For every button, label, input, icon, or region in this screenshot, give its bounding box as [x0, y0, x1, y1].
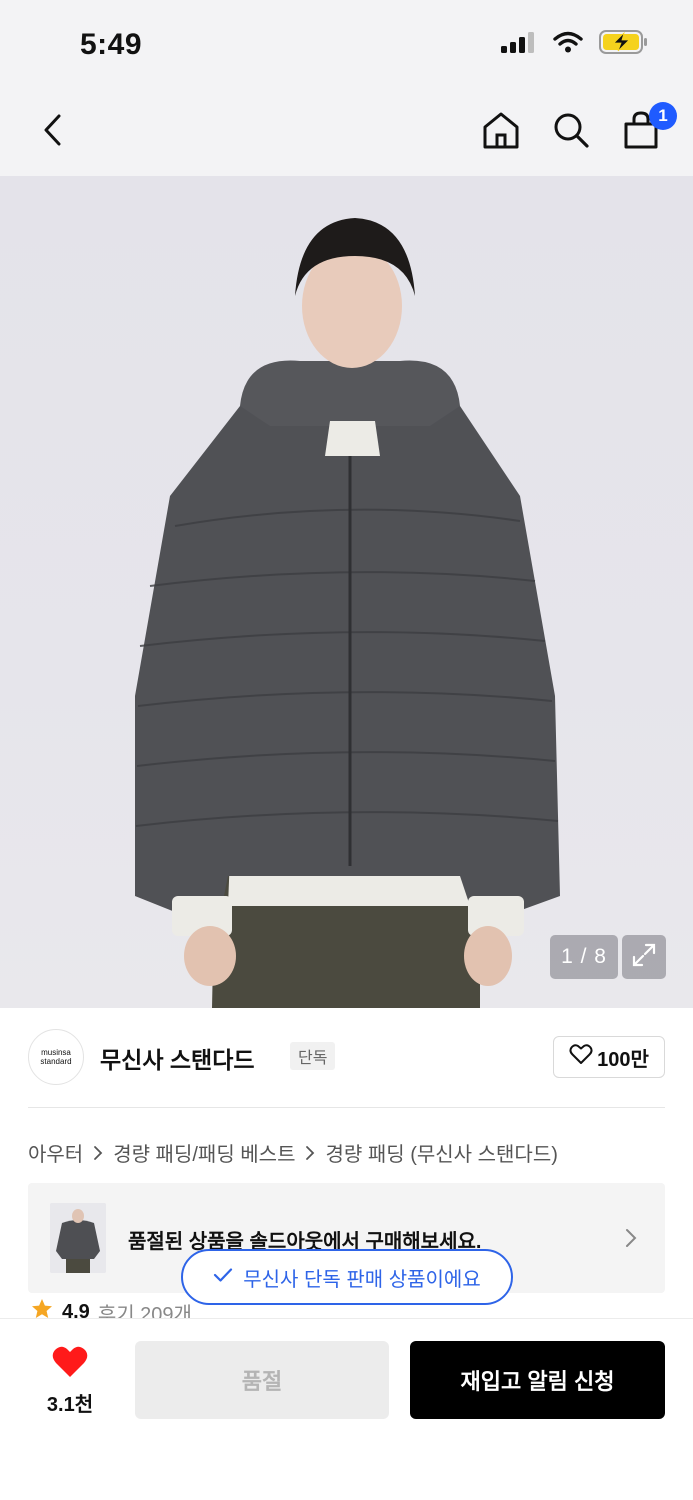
home-button[interactable]	[479, 108, 523, 156]
brand-name[interactable]: 무신사 스탠다드	[100, 1041, 255, 1075]
cellular-signal-icon	[501, 31, 537, 58]
exclusive-toast: 무신사 단독 판매 상품이에요	[181, 1249, 513, 1305]
expand-image-button[interactable]	[622, 935, 666, 979]
cart-badge: 1	[649, 102, 677, 130]
status-time: 5:49	[80, 28, 143, 61]
brand-logo-line2: standard	[40, 1057, 72, 1066]
breadcrumb-item-light-padding[interactable]: 경량 패딩/패딩 베스트	[113, 1138, 295, 1167]
status-bar: 5:49	[0, 0, 693, 92]
bottom-action-bar: 3.1천 품절 재입고 알림 신청	[0, 1318, 693, 1500]
checkmark-icon	[213, 1266, 233, 1289]
back-button[interactable]	[30, 110, 74, 154]
breadcrumb-item-outer[interactable]: 아우터	[28, 1138, 83, 1167]
wishlist-count: 3.1천	[46, 1394, 94, 1416]
product-image[interactable]	[0, 176, 693, 1008]
breadcrumb-item-brand-category[interactable]: 경량 패딩 (무신사 스탠다드)	[325, 1138, 557, 1167]
breadcrumb: 아우터 경량 패딩/패딩 베스트 경량 패딩 (무신사 스탠다드)	[28, 1138, 558, 1167]
nav-actions: 1	[479, 102, 677, 156]
chevron-left-icon	[41, 113, 63, 152]
chevron-right-icon	[303, 1145, 317, 1160]
toast-text: 무신사 단독 판매 상품이에요	[243, 1268, 481, 1291]
wishlist-button[interactable]: 3.1천	[30, 1345, 110, 1416]
brand-like-button[interactable]: 100만	[553, 1036, 665, 1078]
cart-button[interactable]: 1	[619, 102, 677, 156]
brand-row: musinsa standard 무신사 스탠다드 단독 100만	[28, 1028, 665, 1088]
nav-header: 1	[0, 92, 693, 176]
chevron-right-icon	[91, 1145, 105, 1160]
home-icon	[481, 110, 521, 155]
search-button[interactable]	[549, 108, 593, 156]
battery-charging-icon	[599, 30, 649, 59]
expand-icon	[631, 942, 657, 973]
exclusive-tag: 단독	[290, 1042, 336, 1070]
heart-outline-icon	[569, 1043, 593, 1071]
divider	[28, 1107, 665, 1108]
soldout-product-thumbnail	[50, 1203, 106, 1273]
search-icon	[552, 111, 590, 154]
status-icons	[501, 30, 649, 59]
restock-alert-button[interactable]: 재입고 알림 신청	[410, 1341, 665, 1419]
brand-logo[interactable]: musinsa standard	[28, 1029, 84, 1085]
wifi-icon	[553, 31, 583, 58]
product-photo-jacket-model	[135, 218, 560, 1008]
heart-filled-icon	[51, 1345, 89, 1384]
brand-logo-line1: musinsa	[41, 1048, 71, 1057]
brand-like-count: 100만	[597, 1048, 649, 1071]
soldout-button: 품절	[135, 1341, 389, 1419]
chevron-right-icon	[621, 1227, 641, 1249]
image-counter: 1 / 8	[550, 935, 618, 979]
